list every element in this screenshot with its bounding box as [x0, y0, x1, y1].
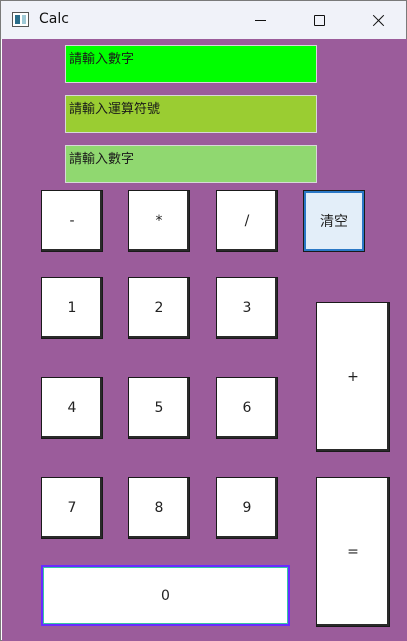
digit-0-button[interactable]: 0 — [41, 565, 290, 626]
digit-7-button[interactable]: 7 — [41, 477, 103, 539]
clear-button[interactable]: 清空 — [303, 190, 365, 252]
minimize-button[interactable] — [237, 1, 283, 39]
minus-button[interactable]: - — [41, 190, 103, 252]
first-number-field[interactable]: 請輸入數字 — [65, 45, 317, 83]
close-icon — [372, 14, 385, 27]
close-button[interactable] — [355, 1, 401, 39]
window-title: Calc — [39, 11, 69, 27]
digit-2-button[interactable]: 2 — [128, 277, 190, 339]
digit-6-button[interactable]: 6 — [216, 377, 278, 439]
digit-4-button[interactable]: 4 — [41, 377, 103, 439]
calculator-panel: 請輸入數字 請輸入運算符號 請輸入數字 - * / 清空 1 2 3 4 5 6… — [2, 39, 407, 641]
digit-9-button[interactable]: 9 — [216, 477, 278, 539]
multiply-button[interactable]: * — [128, 190, 190, 252]
operator-field[interactable]: 請輸入運算符號 — [65, 95, 317, 133]
title-bar[interactable]: Calc — [1, 1, 406, 39]
equals-button[interactable]: = — [316, 477, 390, 627]
digit-3-button[interactable]: 3 — [216, 277, 278, 339]
app-icon — [12, 12, 29, 27]
minimize-icon — [254, 19, 266, 21]
plus-button[interactable]: + — [316, 302, 390, 452]
maximize-icon — [313, 14, 325, 26]
app-window: Calc 請輸入數字 請輸入運算符號 請輸入數字 - * / 清空 1 2 3 … — [0, 0, 407, 641]
digit-8-button[interactable]: 8 — [128, 477, 190, 539]
maximize-button[interactable] — [296, 1, 342, 39]
digit-5-button[interactable]: 5 — [128, 377, 190, 439]
divide-button[interactable]: / — [216, 190, 278, 252]
second-number-field[interactable]: 請輸入數字 — [65, 145, 317, 183]
digit-1-button[interactable]: 1 — [41, 277, 103, 339]
